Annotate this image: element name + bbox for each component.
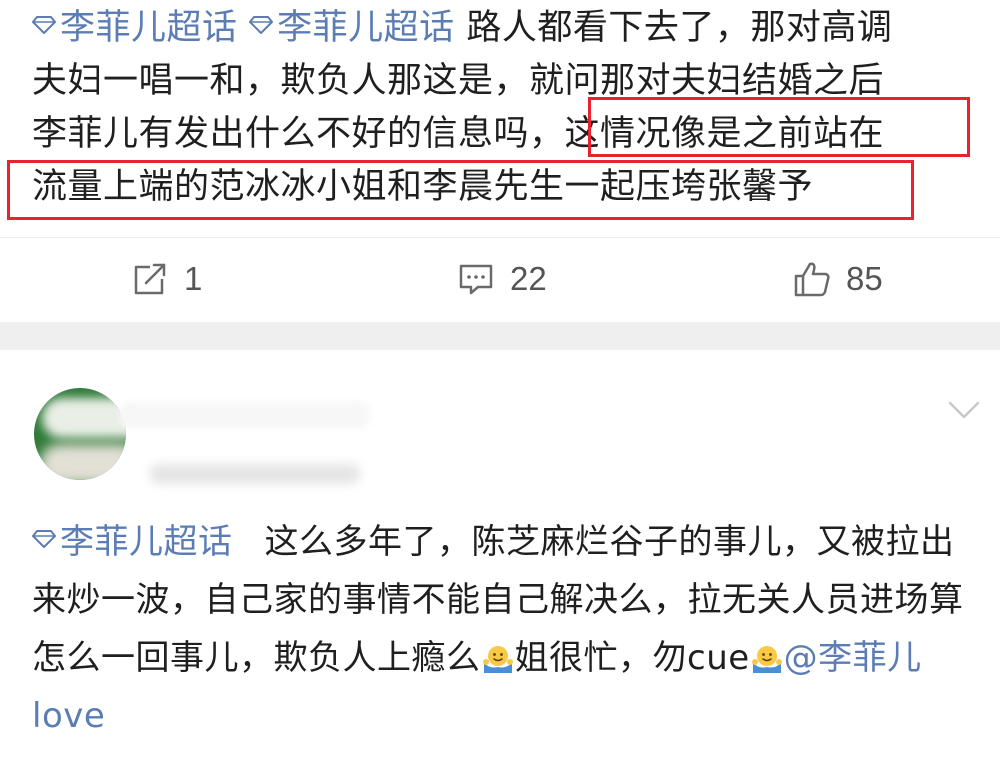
post-text-line2: 夫妇一唱一和，欺负人那这是，就问那对夫妇结婚之后	[32, 61, 885, 101]
comment-icon	[459, 264, 493, 295]
divider	[0, 237, 1000, 238]
comment-body-2: 姐很忙，勿cue	[514, 638, 750, 678]
blurred-username	[120, 402, 370, 428]
shrug-emoji-icon	[751, 646, 782, 673]
blurred-avatar-mask	[40, 444, 126, 480]
topic-label: 李菲儿超话	[60, 8, 238, 48]
repost-button[interactable]: 1	[130, 257, 202, 301]
chevron-down-icon[interactable]	[944, 394, 984, 424]
post-text-line1: 路人都看下去了，那对高调	[466, 8, 893, 48]
comment-button[interactable]: 22	[456, 257, 547, 301]
repost-count: 1	[184, 260, 203, 297]
diamond-gem-icon	[32, 16, 56, 34]
topic-label: 李菲儿超话	[60, 522, 233, 562]
blurred-avatar-mask	[42, 398, 126, 438]
topic-label: 李菲儿超话	[277, 8, 455, 48]
like-button[interactable]: 85	[792, 257, 883, 301]
post-card-1: 李菲儿超话 李菲儿超话 路人都看下去了，那对高调 夫妇一唱一和，欺负人那这是，就…	[0, 0, 1000, 318]
diamond-gem-icon	[32, 530, 56, 548]
topic-tag[interactable]: 李菲儿超话	[249, 8, 455, 48]
red-highlight-box	[7, 160, 914, 220]
post-text-line3: 李菲儿有发出什么不好的信息吗，	[32, 114, 565, 154]
repost-icon	[134, 263, 166, 295]
thumbs-up-icon	[794, 262, 830, 297]
section-separator	[0, 322, 1000, 350]
topic-tag[interactable]: 李菲儿超话	[32, 8, 238, 48]
diamond-gem-icon	[249, 16, 274, 34]
topic-tag[interactable]: 李菲儿超话	[32, 522, 233, 562]
comment-text: 李菲儿超话 这么多年了，陈芝麻烂谷子的事儿，又被拉出来炒一波，自己家的事情不能自己…	[32, 513, 982, 745]
like-count: 85	[846, 260, 883, 297]
blurred-meta	[150, 464, 360, 484]
avatar[interactable]	[34, 388, 126, 480]
comment-card: 李菲儿超话 这么多年了，陈芝麻烂谷子的事儿，又被拉出来炒一波，自己家的事情不能自己…	[0, 350, 1000, 773]
comment-count: 22	[510, 260, 547, 297]
red-highlight-box	[588, 97, 970, 157]
shrug-emoji-icon	[482, 646, 513, 673]
